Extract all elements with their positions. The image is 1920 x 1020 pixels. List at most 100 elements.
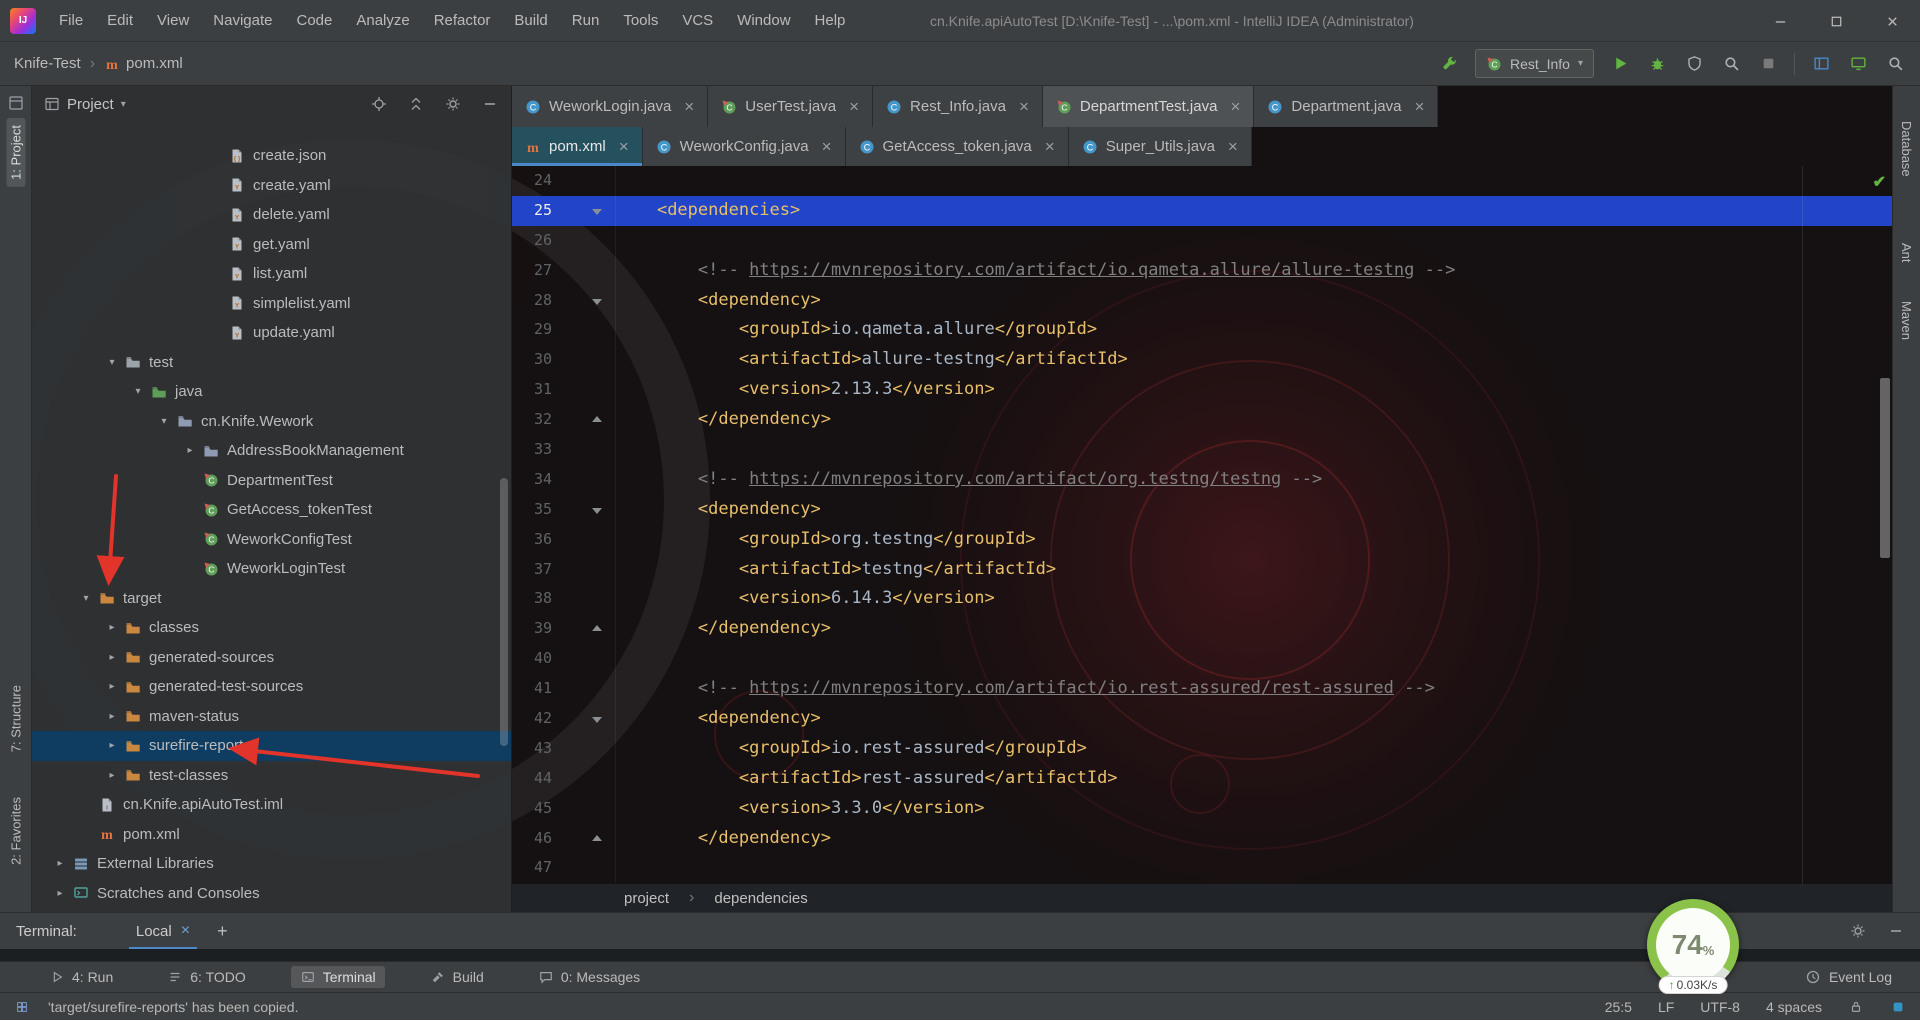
editor-tab-department-java[interactable]: CDepartment.java× [1254,86,1438,127]
code-line-45[interactable]: 45 <version>3.3.0</version> [512,794,1892,824]
chevron-down-icon[interactable]: ▾ [121,99,126,110]
build-wrench-icon[interactable] [1438,53,1460,75]
fold-marker-icon[interactable] [558,614,616,644]
tree-item-target[interactable]: ▾target [32,584,511,614]
search-everywhere-icon[interactable] [1884,53,1906,75]
code-line-47[interactable]: 47 [512,853,1892,883]
stop-button[interactable] [1757,53,1779,75]
code-line-27[interactable]: 27 <!-- https://mvnrepository.com/artifa… [512,256,1892,286]
editor-scrollbar[interactable] [1880,378,1890,558]
fold-marker-icon[interactable] [558,405,616,435]
menu-run[interactable]: Run [561,8,611,33]
breadcrumb-file[interactable]: pom.xml [126,55,183,72]
editor-tab-rest-info-java[interactable]: CRest_Info.java× [873,86,1043,127]
line-number[interactable]: 26 [512,226,558,256]
expand-arrow-icon[interactable]: ▸ [100,770,124,781]
tree-item-classes[interactable]: ▸classes [32,613,511,643]
editor-tab-departmenttest-java[interactable]: CDepartmentTest.java× [1043,86,1255,127]
line-number[interactable]: 41 [512,674,558,704]
collapse-arrow-icon[interactable]: ▾ [152,416,176,427]
line-number[interactable]: 28 [512,286,558,316]
tree-item-weworkconfigtest[interactable]: CWeworkConfigTest [32,525,511,555]
tree-item-weworklogintest[interactable]: CWeworkLoginTest [32,554,511,584]
code-line-46[interactable]: 46 </dependency> [512,824,1892,854]
editor-tab-getaccess-token-java[interactable]: CGetAccess_token.java× [846,127,1069,166]
stripe-tab-favorites[interactable]: 2: Favorites [6,790,25,872]
event-log-button[interactable]: Event Log [1805,969,1892,985]
editor-tab-pom-xml[interactable]: mpom.xml× [512,127,643,166]
editor-tab-super-utils-java[interactable]: CSuper_Utils.java× [1069,127,1252,166]
line-number[interactable]: 34 [512,465,558,495]
code-line-31[interactable]: 31 <version>2.13.3</version> [512,375,1892,405]
expand-arrow-icon[interactable]: ▸ [48,888,72,899]
expand-arrow-icon[interactable]: ▸ [100,622,124,633]
toolwindow-button-4-run[interactable]: 4: Run [40,966,122,988]
code-line-38[interactable]: 38 <version>6.14.3</version> [512,584,1892,614]
expand-arrow-icon[interactable]: ▸ [100,652,124,663]
line-number[interactable]: 30 [512,345,558,375]
editor-tab-weworklogin-java[interactable]: CWeworkLogin.java× [512,86,708,127]
line-number[interactable]: 43 [512,734,558,764]
line-number[interactable]: 27 [512,256,558,286]
breadcrumb-item[interactable]: project [624,890,669,907]
close-tab-icon[interactable]: × [1228,138,1238,155]
line-separator[interactable]: LF [1658,999,1674,1015]
breadcrumb-item[interactable]: dependencies [714,890,807,907]
lock-icon[interactable] [1848,999,1864,1015]
status-message[interactable]: 'target/surefire-reports' has been copie… [48,999,298,1015]
toolwindow-switcher-icon[interactable] [14,999,30,1015]
menu-edit[interactable]: Edit [96,8,144,33]
menu-vcs[interactable]: VCS [671,8,724,33]
close-tab-icon[interactable]: × [822,138,832,155]
line-number[interactable]: 33 [512,435,558,465]
run-button[interactable] [1609,53,1631,75]
code-line-28[interactable]: 28 <dependency> [512,286,1892,316]
line-number[interactable]: 42 [512,704,558,734]
stripe-tab-ant[interactable]: Ant [1897,236,1916,270]
locate-file-icon[interactable] [370,95,388,113]
project-scrollbar[interactable] [500,478,508,746]
code-line-39[interactable]: 39 </dependency> [512,614,1892,644]
code-line-41[interactable]: 41 <!-- https://mvnrepository.com/artifa… [512,674,1892,704]
editor-tab-usertest-java[interactable]: CUserTest.java× [708,86,873,127]
settings-gear-icon[interactable] [444,95,462,113]
fold-marker-icon[interactable] [558,286,616,316]
code-line-40[interactable]: 40 [512,644,1892,674]
collapse-all-icon[interactable] [407,95,425,113]
toolwindow-button-terminal[interactable]: Terminal [291,966,385,988]
expand-arrow-icon[interactable]: ▸ [100,740,124,751]
menu-analyze[interactable]: Analyze [345,8,420,33]
code-line-24[interactable]: 24 [512,166,1892,196]
toolwindow-button-6-todo[interactable]: 6: TODO [158,966,255,988]
close-tab-icon[interactable]: × [849,98,859,115]
expand-arrow-icon[interactable]: ▸ [48,858,72,869]
close-terminal-tab-icon[interactable]: × [181,922,190,940]
tree-item-cn-knife-apiautotest-iml[interactable]: icn.Knife.apiAutoTest.iml [32,790,511,820]
close-tab-icon[interactable]: × [1019,98,1029,115]
terminal-settings-gear-icon[interactable] [1850,923,1866,939]
line-number[interactable]: 25 [512,196,558,226]
code-line-42[interactable]: 42 <dependency> [512,704,1892,734]
tree-item-surefire-reports[interactable]: ▸surefire-reports [32,731,511,761]
tree-item-delete-yaml[interactable]: Ydelete.yaml [32,200,511,230]
profiler-search-button[interactable] [1720,53,1742,75]
file-encoding[interactable]: UTF-8 [1700,999,1740,1015]
menu-window[interactable]: Window [726,8,801,33]
code-line-37[interactable]: 37 <artifactId>testng</artifactId> [512,555,1892,585]
tree-item-addressbookmanagement[interactable]: ▸AddressBookManagement [32,436,511,466]
code-line-33[interactable]: 33 [512,435,1892,465]
run-configuration-select[interactable]: C Rest_Info ▾ [1475,49,1594,78]
menu-navigate[interactable]: Navigate [202,8,283,33]
code-line-35[interactable]: 35 <dependency> [512,495,1892,525]
coverage-button[interactable] [1683,53,1705,75]
tree-item-getaccess-tokentest[interactable]: CGetAccess_tokenTest [32,495,511,525]
code-line-44[interactable]: 44 <artifactId>rest-assured</artifactId> [512,764,1892,794]
collapse-arrow-icon[interactable]: ▾ [126,386,150,397]
line-number[interactable]: 29 [512,315,558,345]
terminal-content[interactable] [0,949,1920,961]
minimize-button[interactable] [1752,0,1808,42]
tree-item-create-yaml[interactable]: Ycreate.yaml [32,171,511,201]
editor-tab-weworkconfig-java[interactable]: CWeworkConfig.java× [643,127,846,166]
indent-style[interactable]: 4 spaces [1766,999,1822,1015]
fold-marker-icon[interactable] [558,824,616,854]
